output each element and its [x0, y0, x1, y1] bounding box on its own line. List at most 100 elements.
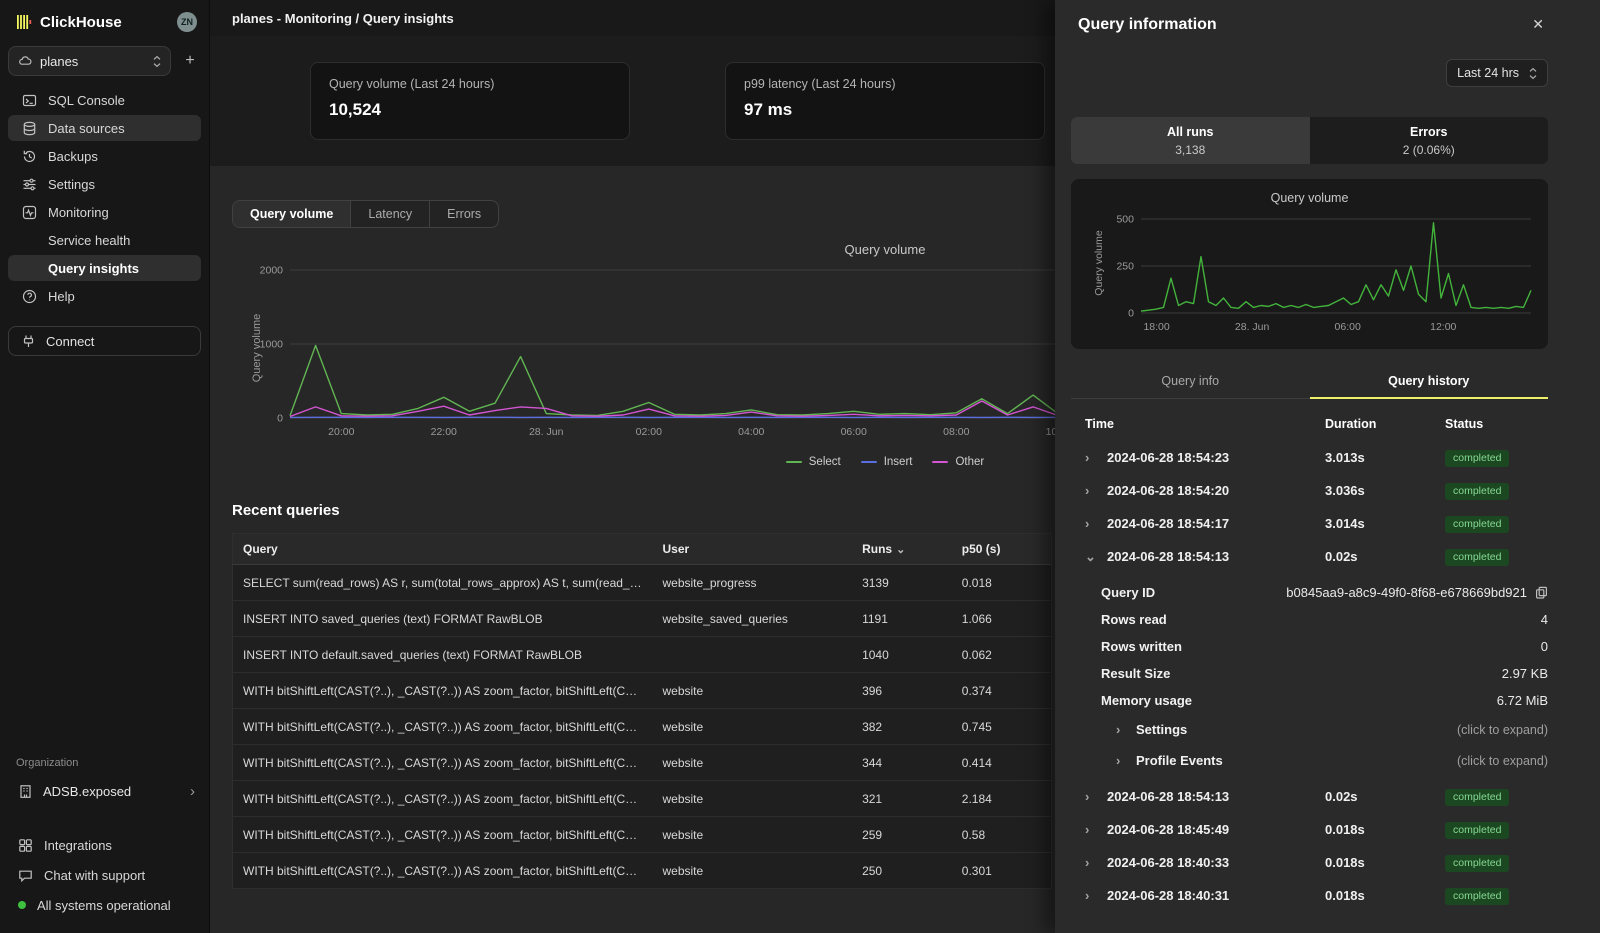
table-row[interactable]: WITH bitShiftLeft(CAST(?..), _CAST(?..))… — [233, 745, 1052, 781]
history-row[interactable]: ›2024-06-28 18:54:20 3.036s completed — [1071, 474, 1548, 507]
sidebar: ClickHouse ZN planes + — [0, 0, 210, 933]
legend-item-other[interactable]: Other — [932, 456, 984, 468]
run-time: 2024-06-28 18:54:17 — [1107, 516, 1229, 531]
timeframe-selector[interactable]: Last 24 hrs — [1446, 59, 1548, 87]
sidebar-item-label: Backups — [48, 149, 98, 164]
user-avatar[interactable]: ZN — [177, 12, 197, 32]
detail-row-memory-usage: Memory usage 6.72 MiB — [1071, 687, 1548, 714]
table-row[interactable]: WITH bitShiftLeft(CAST(?..), _CAST(?..))… — [233, 673, 1052, 709]
column-header-user[interactable]: User — [653, 534, 853, 565]
legend-label: Select — [809, 456, 841, 468]
legend-marker — [786, 461, 802, 463]
status-badge: completed — [1445, 822, 1509, 839]
add-service-button[interactable]: + — [179, 52, 201, 70]
sidebar-item-backups[interactable]: Backups — [8, 143, 201, 169]
run-time: 2024-06-28 18:40:33 — [1107, 855, 1229, 870]
run-time: 2024-06-28 18:54:20 — [1107, 483, 1229, 498]
tab-errors[interactable]: Errors — [430, 201, 498, 227]
column-header-p50[interactable]: p50 (s) — [952, 534, 1052, 565]
table-row[interactable]: WITH bitShiftLeft(CAST(?..), _CAST(?..))… — [233, 853, 1052, 889]
history-row[interactable]: ›2024-06-28 18:40:33 0.018s completed — [1071, 846, 1548, 879]
column-header-duration: Duration — [1325, 417, 1445, 431]
tab-latency[interactable]: Latency — [351, 201, 430, 227]
sidebar-item-label: Settings — [48, 177, 95, 192]
panel-chart-canvas: 025050018:0028. Jun06:0012:00 — [1077, 209, 1539, 339]
history-row[interactable]: ›2024-06-28 18:54:13 0.02s completed — [1071, 780, 1548, 813]
organization-item[interactable]: ADSB.exposed › — [8, 777, 201, 805]
table-row[interactable]: INSERT INTO saved_queries (text) FORMAT … — [233, 601, 1052, 637]
chevron-right-icon: › — [1085, 516, 1095, 531]
column-header-status: Status — [1445, 417, 1548, 431]
legend-item-insert[interactable]: Insert — [861, 456, 913, 468]
history-row[interactable]: ›2024-06-28 18:45:49 0.018s completed — [1071, 813, 1548, 846]
stat-value: 10,524 — [329, 100, 611, 120]
sidebar-item-help[interactable]: Help — [8, 283, 201, 309]
svg-text:04:00: 04:00 — [738, 426, 764, 438]
sidebar-item-label: Integrations — [44, 838, 112, 853]
system-status-label: All systems operational — [37, 898, 171, 913]
history-row-expanded[interactable]: ⌄2024-06-28 18:54:13 0.02s completed — [1071, 540, 1548, 573]
svg-text:06:00: 06:00 — [841, 426, 867, 438]
legend-label: Insert — [884, 456, 913, 468]
sliders-icon — [22, 177, 37, 192]
system-status-item[interactable]: All systems operational — [8, 892, 201, 918]
chevron-right-icon: › — [1085, 450, 1095, 465]
tab-query-volume[interactable]: Query volume — [233, 201, 351, 227]
sidebar-item-monitoring[interactable]: Monitoring — [8, 199, 201, 225]
legend-marker — [932, 461, 948, 463]
run-duration: 3.013s — [1325, 450, 1445, 465]
sidebar-item-sql-console[interactable]: SQL Console — [8, 87, 201, 113]
run-details: Query ID b0845aa9-a8c9-49f0-8f68-e678669… — [1071, 573, 1548, 780]
run-duration: 0.02s — [1325, 549, 1445, 564]
errors-tab[interactable]: Errors 2 (0.06%) — [1310, 117, 1549, 164]
stat-card-query-volume: Query volume (Last 24 hours) 10,524 — [310, 62, 630, 140]
run-time: 2024-06-28 18:45:49 — [1107, 822, 1229, 837]
tab-query-history[interactable]: Query history — [1310, 365, 1549, 399]
panel-title: Query information — [1071, 16, 1217, 34]
detail-row-query-id: Query ID b0845aa9-a8c9-49f0-8f68-e678669… — [1071, 579, 1548, 606]
tab-query-info[interactable]: Query info — [1071, 365, 1310, 398]
sidebar-item-query-insights[interactable]: Query insights — [8, 255, 201, 281]
all-runs-tab[interactable]: All runs 3,138 — [1071, 117, 1310, 164]
table-row[interactable]: INSERT INTO default.saved_queries (text)… — [233, 637, 1052, 673]
chevron-down-icon: ⌄ — [1085, 549, 1095, 565]
table-row[interactable]: SELECT sum(read_rows) AS r, sum(total_ro… — [233, 565, 1052, 601]
connect-label: Connect — [46, 334, 94, 349]
run-time: 2024-06-28 18:40:31 — [1107, 888, 1229, 903]
service-selector-value: planes — [40, 54, 145, 69]
history-row[interactable]: ›2024-06-28 18:54:17 3.014s completed — [1071, 507, 1548, 540]
query-history: Time Duration Status ›2024-06-28 18:54:2… — [1071, 413, 1548, 912]
table-row[interactable]: WITH bitShiftLeft(CAST(?..), _CAST(?..))… — [233, 817, 1052, 853]
service-row: planes + — [8, 42, 201, 86]
legend-item-select[interactable]: Select — [786, 456, 841, 468]
svg-text:28. Jun: 28. Jun — [1235, 321, 1270, 333]
svg-text:22:00: 22:00 — [431, 426, 457, 438]
sidebar-item-chat-support[interactable]: Chat with support — [8, 862, 201, 888]
column-header-query[interactable]: Query — [233, 534, 653, 565]
profile-events-expandable[interactable]: › Profile Events (click to expand) — [1071, 745, 1548, 776]
column-header-runs[interactable]: Runs⌄ — [852, 534, 952, 565]
close-icon[interactable]: ✕ — [1528, 14, 1548, 35]
connect-button[interactable]: Connect — [8, 326, 201, 356]
history-row[interactable]: ›2024-06-28 18:54:23 3.013s completed — [1071, 441, 1548, 474]
copy-icon[interactable] — [1535, 586, 1548, 599]
sidebar-item-label: Data sources — [48, 121, 125, 136]
service-selector[interactable]: planes — [8, 46, 171, 76]
svg-text:08:00: 08:00 — [943, 426, 969, 438]
table-row[interactable]: WITH bitShiftLeft(CAST(?..), _CAST(?..))… — [233, 709, 1052, 745]
svg-text:06:00: 06:00 — [1335, 321, 1361, 333]
status-badge: completed — [1445, 855, 1509, 872]
settings-expandable[interactable]: › Settings (click to expand) — [1071, 714, 1548, 745]
run-duration: 0.018s — [1325, 855, 1445, 870]
chevron-right-icon: › — [1085, 483, 1095, 498]
history-row[interactable]: ›2024-06-28 18:40:31 0.018s completed — [1071, 879, 1548, 912]
run-duration: 0.018s — [1325, 822, 1445, 837]
sidebar-item-service-health[interactable]: Service health — [8, 227, 201, 253]
chevron-right-icon: › — [1116, 722, 1126, 737]
sidebar-item-integrations[interactable]: Integrations — [8, 832, 201, 858]
sidebar-item-settings[interactable]: Settings — [8, 171, 201, 197]
sidebar-item-data-sources[interactable]: Data sources — [8, 115, 201, 141]
table-row[interactable]: WITH bitShiftLeft(CAST(?..), _CAST(?..))… — [233, 781, 1052, 817]
sidebar-item-label: Help — [48, 289, 75, 304]
detail-row-rows-written: Rows written 0 — [1071, 633, 1548, 660]
